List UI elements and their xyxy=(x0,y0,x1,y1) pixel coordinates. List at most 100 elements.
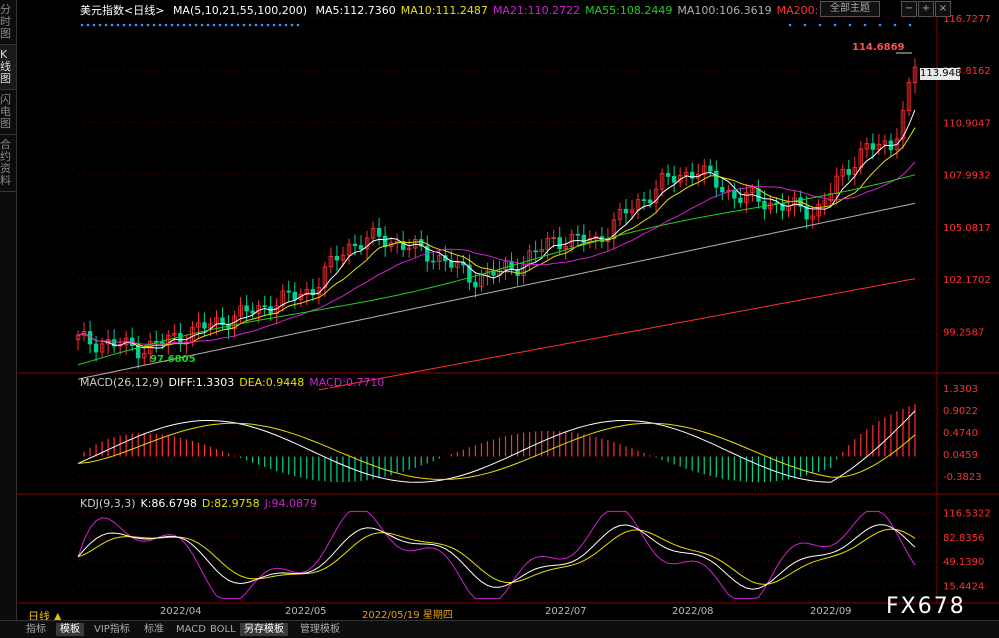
signal-dot xyxy=(863,23,867,27)
signal-dot xyxy=(878,23,882,27)
kline-chart[interactable]: 116.7277113.8162110.9047107.9932105.0817… xyxy=(0,0,999,620)
candle-body xyxy=(473,281,478,288)
ma-value-4: MA100:106.3619 xyxy=(677,4,772,17)
signal-dot xyxy=(848,23,852,27)
candle-body xyxy=(286,290,291,293)
date-tick: 2022/05 xyxy=(285,606,327,617)
signal-dot xyxy=(833,23,837,27)
candle-body xyxy=(714,170,719,188)
last-price-tag: 113.9485 xyxy=(920,68,968,80)
signal-dot xyxy=(788,23,792,27)
kdj-axis-label: 116.5322 xyxy=(943,508,991,519)
signal-dot xyxy=(80,23,84,27)
ma10-line xyxy=(77,127,916,348)
selected-date: 2022/05/19 星期四 xyxy=(362,606,453,621)
candle-body xyxy=(358,245,364,250)
candle-body xyxy=(431,260,436,263)
candle-body xyxy=(93,343,99,353)
kdj-header: KDJ(9,3,3) K:86.6798 D:82.9758 J:94.0879 xyxy=(80,497,322,510)
bottom-tab[interactable]: 标准 xyxy=(140,623,168,636)
signal-dot xyxy=(272,23,276,27)
signal-dot xyxy=(92,23,96,27)
bottom-tab[interactable]: 指标 xyxy=(22,623,50,636)
candle-body xyxy=(557,237,562,250)
candle-body xyxy=(623,208,629,214)
ma-value-1: MA10:111.2487 xyxy=(400,4,488,17)
signal-dot xyxy=(206,23,210,27)
signal-dot xyxy=(104,23,108,27)
signal-dot xyxy=(278,23,282,27)
signal-dot xyxy=(134,23,138,27)
signal-dot xyxy=(158,23,162,27)
ma21-line xyxy=(77,161,916,345)
candle-body xyxy=(202,322,207,329)
close-icon[interactable]: × xyxy=(935,1,951,17)
macd-value-1: DIFF:1.3303 xyxy=(168,376,235,389)
price-axis-label: 105.0817 xyxy=(943,223,991,234)
ma-value-0: MA5:112.7360 xyxy=(315,4,396,17)
signal-dot xyxy=(188,23,192,27)
bottom-tab[interactable]: VIP指标 xyxy=(90,623,134,636)
bottom-tab[interactable]: 模板 xyxy=(56,623,84,636)
candle-body xyxy=(178,333,183,344)
diff-line xyxy=(77,410,916,483)
candle-body xyxy=(352,243,358,247)
bottom-tab[interactable]: 管理模板 xyxy=(296,623,344,636)
candle-body xyxy=(720,186,725,193)
bottom-tab[interactable]: MACD xyxy=(172,623,210,636)
signal-dot xyxy=(254,23,258,27)
signal-dot xyxy=(152,23,156,27)
signal-dot xyxy=(230,23,234,27)
ma-value-3: MA55:108.2449 xyxy=(585,4,673,17)
bottom-tab[interactable]: 另存模板 xyxy=(240,623,288,636)
candle-body xyxy=(376,227,382,237)
chart-header: 美元指数<日线> MA(5,10,21,55,100,200) MA5:112.… xyxy=(80,2,874,18)
macd-axis-label: 0.4740 xyxy=(943,428,978,439)
candle-body xyxy=(870,143,876,150)
signal-dot xyxy=(86,23,90,27)
signal-dot xyxy=(212,23,216,27)
signal-dot xyxy=(908,23,912,27)
bottom-tab[interactable]: BOLL xyxy=(206,623,240,636)
candle-body xyxy=(732,190,737,199)
candle-body xyxy=(533,250,538,253)
signal-dot xyxy=(284,23,288,27)
candle-body xyxy=(262,305,267,308)
signal-dot xyxy=(290,23,294,27)
signal-dot xyxy=(128,23,132,27)
candle-body xyxy=(250,310,255,314)
signal-dot xyxy=(110,23,114,27)
signal-dot xyxy=(170,23,174,27)
minus-icon[interactable]: − xyxy=(901,1,917,17)
candle-body xyxy=(738,197,743,203)
plus-icon[interactable]: + xyxy=(918,1,934,17)
kdj-value-0: KDJ(9,3,3) xyxy=(80,497,136,510)
macd-header: MACD(26,12,9) DIFF:1.3303 DEA:0.9448 MACD:0… xyxy=(80,376,389,389)
date-tick: 2022/04 xyxy=(160,606,202,617)
price-axis-label: 110.9047 xyxy=(943,118,991,129)
ma-value-2: MA21:110.2722 xyxy=(492,4,581,17)
candle-body xyxy=(292,291,297,300)
signal-dot xyxy=(182,23,186,27)
signal-dot xyxy=(242,23,246,27)
kdj-axis-label: 82.8356 xyxy=(943,533,984,544)
candle-body xyxy=(641,199,647,202)
signal-dot xyxy=(218,23,222,27)
signal-dot xyxy=(176,23,180,27)
macd-axis-label: -0.3823 xyxy=(943,472,982,483)
signal-dot xyxy=(248,23,252,27)
signal-dot xyxy=(224,23,228,27)
candle-body xyxy=(846,169,851,175)
macd-value-2: DEA:0.9448 xyxy=(239,376,305,389)
price-axis-label: 99.2587 xyxy=(943,327,984,338)
d-line xyxy=(77,528,916,585)
candle-body xyxy=(762,200,767,210)
macd-value-3: MACD:0.7710 xyxy=(309,376,385,389)
macd-axis-label: 0.9022 xyxy=(943,406,978,417)
instrument-name[interactable]: 美元指数<日线> xyxy=(80,4,164,17)
watermark-logo: FX678 xyxy=(886,594,966,619)
macd-value-0: MACD(26,12,9) xyxy=(80,376,164,389)
kdj-value-3: J:94.0879 xyxy=(264,497,318,510)
theme-button[interactable]: 全部主题 xyxy=(820,1,880,17)
signal-dot xyxy=(164,23,168,27)
